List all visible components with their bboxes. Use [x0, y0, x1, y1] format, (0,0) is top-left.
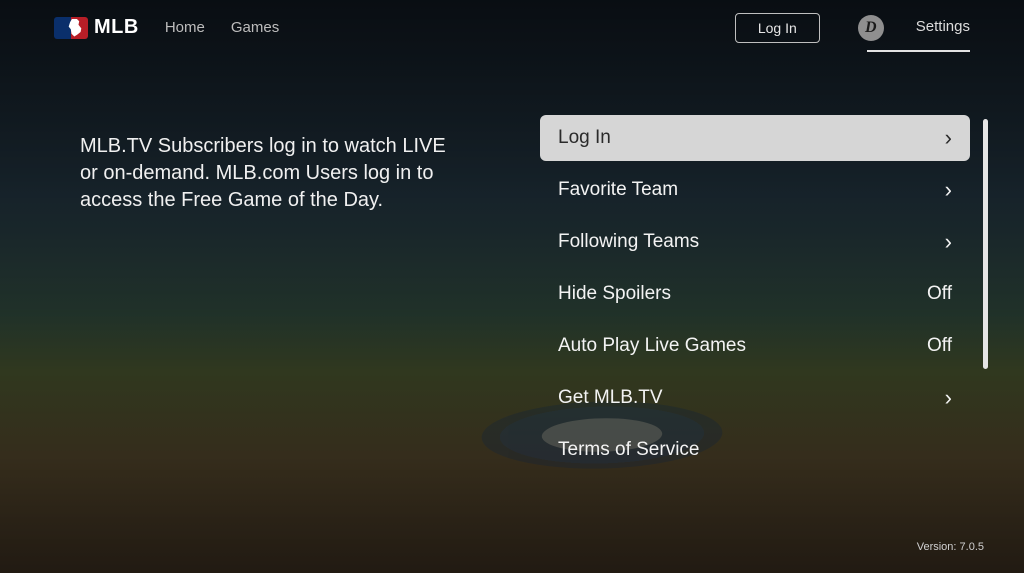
settings-item-hide-spoilers[interactable]: Hide Spoilers Off [540, 271, 970, 317]
chevron-right-icon: › [945, 179, 952, 201]
settings-description: MLB.TV Subscribers log in to watch LIVE … [80, 115, 450, 573]
settings-item-label: Hide Spoilers [558, 283, 671, 305]
version-text: Version: 7.0.5 [917, 541, 984, 553]
settings-item-right: › [945, 231, 952, 253]
settings-item-value: Off [927, 283, 952, 305]
settings-item-label: Get MLB.TV [558, 387, 663, 409]
settings-item-right: Off [927, 335, 952, 357]
settings-item-get-mlb-tv[interactable]: Get MLB.TV › [540, 375, 970, 421]
settings-item-label: Following Teams [558, 231, 699, 253]
settings-item-auto-play-live-games[interactable]: Auto Play Live Games Off [540, 323, 970, 369]
brand-text: MLB [94, 16, 139, 39]
settings-item-right: › [945, 387, 952, 409]
chevron-right-icon: › [945, 127, 952, 149]
settings-item-following-teams[interactable]: Following Teams › [540, 219, 970, 265]
mlb-logo-icon [54, 17, 88, 39]
settings-item-value: Off [927, 335, 952, 357]
nav-games[interactable]: Games [231, 19, 279, 36]
chevron-right-icon: › [945, 231, 952, 253]
main: MLB.TV Subscribers log in to watch LIVE … [0, 115, 1024, 573]
settings-item-terms-of-service[interactable]: Terms of Service [540, 427, 970, 473]
settings-list: Log In › Favorite Team › Following Teams › Hid… [540, 115, 970, 473]
settings-item-label: Log In [558, 127, 611, 149]
settings-item-favorite-team[interactable]: Favorite Team › [540, 167, 970, 213]
settings-item-label: Terms of Service [558, 439, 699, 461]
header: MLB Home Games Log In D Settings [0, 0, 1024, 55]
login-button[interactable]: Log In [735, 13, 820, 43]
settings-item-label: Favorite Team [558, 179, 678, 201]
settings-item-right: › [945, 127, 952, 149]
mlb-logo[interactable]: MLB [54, 16, 139, 39]
nav-settings[interactable]: Settings [916, 18, 970, 37]
settings-item-right: › [945, 179, 952, 201]
settings-item-right: Off [927, 283, 952, 305]
chevron-right-icon: › [945, 387, 952, 409]
team-badge-icon[interactable]: D [858, 15, 884, 41]
settings-panel: Log In › Favorite Team › Following Teams › Hid… [540, 115, 970, 573]
settings-item-label: Auto Play Live Games [558, 335, 746, 357]
nav-home[interactable]: Home [165, 19, 205, 36]
scrollbar[interactable] [983, 119, 988, 369]
settings-item-log-in[interactable]: Log In › [540, 115, 970, 161]
nav-settings-underline [867, 50, 970, 52]
